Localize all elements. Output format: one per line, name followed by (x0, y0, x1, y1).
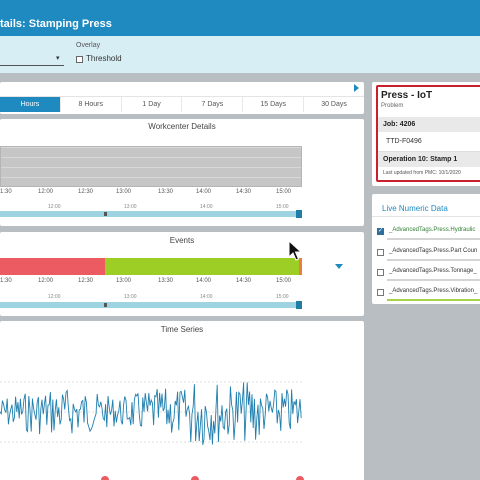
tag-row-tonnage[interactable]: _AdvancedTags.Press.Tonnage_ (376, 267, 480, 289)
range-navigator[interactable] (0, 302, 302, 308)
event-segment-green[interactable] (105, 258, 299, 275)
tag-value-bar (387, 259, 480, 261)
axis-tick-label: 12:30 (78, 278, 94, 284)
workcenter-details-title: Workcenter Details (148, 122, 216, 131)
navigator-grip[interactable] (104, 303, 107, 307)
tag-checkbox[interactable] (377, 289, 384, 296)
range-navigator[interactable] (0, 211, 302, 217)
axis-tick-label: 13:30 (158, 278, 174, 284)
tab-7-days[interactable]: 7 Days (181, 97, 242, 112)
control-bar (0, 36, 480, 73)
tag-value-bar (387, 299, 480, 301)
tab-8-hours[interactable]: 8 Hours (59, 97, 121, 112)
navigator-tick-label: 13:00 (124, 294, 137, 300)
tag-checkbox[interactable]: ✓ (377, 228, 384, 235)
tag-name: _AdvancedTags.Press.Tonnage_ (389, 268, 477, 274)
tag-checkbox[interactable] (377, 269, 384, 276)
chevron-down-icon[interactable]: ▾ (56, 54, 60, 62)
axis-tick-label: 12:00 (38, 278, 54, 284)
axis-tick-label: 14:30 (236, 278, 252, 284)
navigator-handle[interactable] (296, 210, 302, 218)
threshold-marker (296, 476, 304, 480)
tab-1-day[interactable]: 1 Day (120, 97, 182, 112)
navigator-grip[interactable] (104, 212, 107, 216)
threshold-marker (101, 476, 109, 480)
mouse-cursor-icon (288, 240, 302, 261)
tag-name: _AdvancedTags.Press.Hydraulic (389, 227, 476, 233)
press-status: Problem (381, 103, 404, 109)
navigator-tick-label: 15:00 (276, 204, 289, 210)
time-range-tabs: Hours 8 Hours 1 Day 7 Days 15 Days 30 Da… (0, 96, 364, 112)
tab-30-days[interactable]: 30 Days (303, 97, 364, 112)
tag-name: _AdvancedTags.Press.Part Coun (389, 248, 478, 254)
axis-tick-label: 14:30 (236, 189, 252, 195)
time-series-chart (0, 381, 304, 480)
tag-row-vibration[interactable]: _AdvancedTags.Press.Vibration_ (376, 287, 480, 309)
tag-checkbox[interactable] (377, 249, 384, 256)
tag-row-hydraulic[interactable]: ✓ _AdvancedTags.Press.Hydraulic (376, 226, 480, 248)
page-title: tails: Stamping Press (0, 18, 112, 30)
navigator-handle[interactable] (296, 301, 302, 309)
navigator-tick-label: 14:00 (200, 204, 213, 210)
expand-icon[interactable] (335, 264, 343, 269)
operation-label: Operation 10: Stamp 1 (383, 156, 458, 163)
part-number: TTD-F0496 (386, 138, 422, 145)
overlay-label: Overlay (76, 42, 101, 49)
job-label: Job: 4206 (383, 121, 416, 128)
axis-tick-label: 13:00 (116, 278, 132, 284)
axis-tick-label: 14:00 (196, 189, 212, 195)
live-numeric-title: Live Numeric Data (382, 204, 448, 213)
threshold-checkbox[interactable] (76, 56, 83, 63)
axis-tick-label: 1:30 (0, 189, 12, 195)
navigator-tick-label: 12:00 (48, 204, 61, 210)
axis-tick-label: 1:30 (0, 278, 12, 284)
tab-hours[interactable]: Hours (0, 97, 60, 112)
divider (372, 216, 480, 217)
workcenter-chart-area (0, 146, 302, 187)
time-series-line (0, 382, 302, 445)
tag-row-part-count[interactable]: _AdvancedTags.Press.Part Coun (376, 247, 480, 269)
last-updated-label: Last updated from PMC: 10/1/2020 (383, 170, 461, 176)
navigator-tick-label: 15:00 (276, 294, 289, 300)
axis-tick-label: 13:00 (116, 189, 132, 195)
play-icon[interactable] (354, 84, 359, 92)
axis-tick-label: 12:00 (38, 189, 54, 195)
tab-15-days[interactable]: 15 Days (242, 97, 303, 112)
workcenter-select[interactable] (0, 65, 64, 66)
axis-tick-label: 15:00 (276, 278, 292, 284)
navigator-tick-label: 12:00 (48, 294, 61, 300)
navigator-tick-label: 13:00 (124, 204, 137, 210)
threshold-marker (191, 476, 199, 480)
time-series-title: Time Series (160, 325, 204, 334)
axis-tick-label: 14:00 (196, 278, 212, 284)
events-title: Events (169, 236, 195, 245)
axis-tick-label: 12:30 (78, 189, 94, 195)
axis-tick-label: 13:30 (158, 189, 174, 195)
threshold-label[interactable]: Threshold (86, 54, 122, 63)
navigator-tick-label: 14:00 (200, 294, 213, 300)
tag-value-bar (387, 238, 480, 240)
axis-tick-label: 15:00 (276, 189, 292, 195)
tag-value-bar (387, 279, 480, 281)
press-title: Press - IoT (381, 90, 433, 101)
tag-name: _AdvancedTags.Press.Vibration_ (389, 288, 478, 294)
event-segment-red[interactable] (0, 258, 105, 275)
